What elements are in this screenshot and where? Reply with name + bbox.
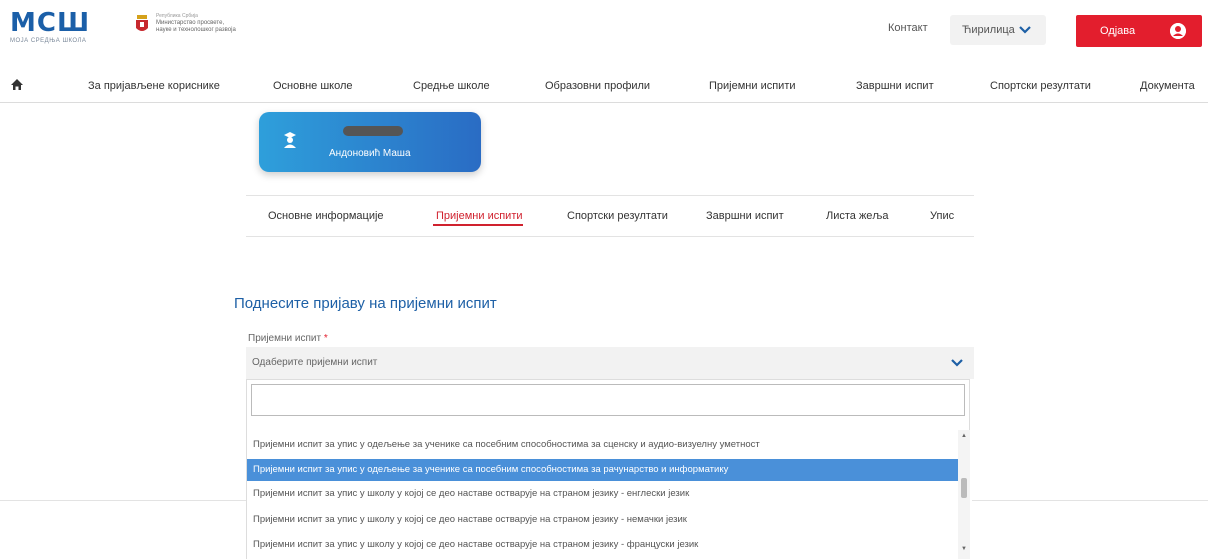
home-icon[interactable] [10,78,24,91]
ministry-logo: Република Србија Министарство просвете, … [134,13,236,35]
field-label-text: Пријемни испит [248,333,322,344]
tab-sports-results[interactable]: Спортски резултати [567,210,668,222]
tab-final-exam[interactable]: Завршни испит [706,210,784,222]
form-title: Поднесите пријаву на пријемни испит [234,295,497,312]
logo-text: МСШ [10,8,91,38]
nav-item-documents[interactable]: Документа [1140,80,1195,92]
required-marker: * [323,333,328,344]
scrollbar-thumb[interactable] [961,478,967,498]
chevron-down-icon [951,359,963,367]
contact-link[interactable]: Контакт [888,22,928,34]
dropdown-option[interactable]: Пријемни испит за упис у школу у којој с… [247,483,959,505]
profile-tabs: Основне информације Пријемни испити Спор… [246,195,974,237]
ministry-line1: Министарство просвете, [156,20,225,26]
nav-item-educational-profiles[interactable]: Образовни профили [545,80,650,92]
nav-item-final-exam[interactable]: Завршни испит [856,80,934,92]
footer-divider-right [972,500,1208,501]
scroll-down-icon[interactable]: ▼ [961,546,967,552]
scroll-up-icon[interactable]: ▲ [961,433,967,439]
language-select[interactable]: Ћирилица [950,15,1046,45]
dropdown-option-highlighted[interactable]: Пријемни испит за упис у одељење за учен… [247,459,959,481]
logout-button[interactable]: Одјава [1076,15,1202,47]
logout-label: Одјава [1100,25,1136,37]
tab-wish-list[interactable]: Листа жеља [826,210,889,222]
main-nav: За пријављене кориснике Основне школе Ср… [0,74,1208,100]
nav-item-sports-results[interactable]: Спортски резултати [990,80,1091,92]
redacted-field [343,126,403,136]
nav-item-primary-schools[interactable]: Основне школе [273,80,353,92]
logo-subtitle: МОЈА СРЕДЊА ШКОЛА [10,38,87,44]
student-icon [284,132,296,148]
language-label: Ћирилица [962,24,1015,36]
profile-card: Андоновић Маша [259,112,481,172]
active-tab-indicator [433,224,523,226]
select-placeholder: Одаберите пријемни испит [252,357,378,368]
serbia-crest-icon [136,15,148,31]
entrance-exam-label: Пријемни испит * [248,333,328,344]
dropdown-scrollbar[interactable]: ▲ ▼ [958,430,970,559]
nav-item-entrance-exams[interactable]: Пријемни испити [709,80,796,92]
nav-divider [0,102,1208,103]
dropdown-option[interactable]: Пријемни испит за упис у школу у којој с… [247,534,959,556]
dropdown-option[interactable]: Пријемни испит за упис у одељење за учен… [247,434,959,456]
dropdown-search-input[interactable] [251,384,965,416]
tab-enrollment[interactable]: Упис [930,210,954,222]
nav-item-registered-users[interactable]: За пријављене кориснике [88,80,220,92]
site-header: МСШ МОЈА СРЕДЊА ШКОЛА Република Србија М… [0,0,1208,66]
dropdown-option[interactable]: Пријемни испит за упис у школу у којој с… [247,509,959,531]
chevron-down-icon [1019,26,1031,34]
exam-dropdown-list: Пријемни испит за упис у одељење за учен… [246,379,970,559]
nav-item-secondary-schools[interactable]: Средње школе [413,80,490,92]
ministry-line2: науке и технолошког развоја [156,27,236,33]
user-icon [1170,23,1186,39]
profile-name: Андоновић Маша [329,148,411,159]
tab-basic-info[interactable]: Основне информације [268,210,384,222]
msh-logo[interactable]: МСШ МОЈА СРЕДЊА ШКОЛА [10,10,90,44]
entrance-exam-select[interactable]: Одаберите пријемни испит [246,347,974,379]
footer-divider-left [0,500,246,501]
ministry-top: Република Србија [156,13,198,19]
tab-entrance-exams[interactable]: Пријемни испити [436,210,523,222]
